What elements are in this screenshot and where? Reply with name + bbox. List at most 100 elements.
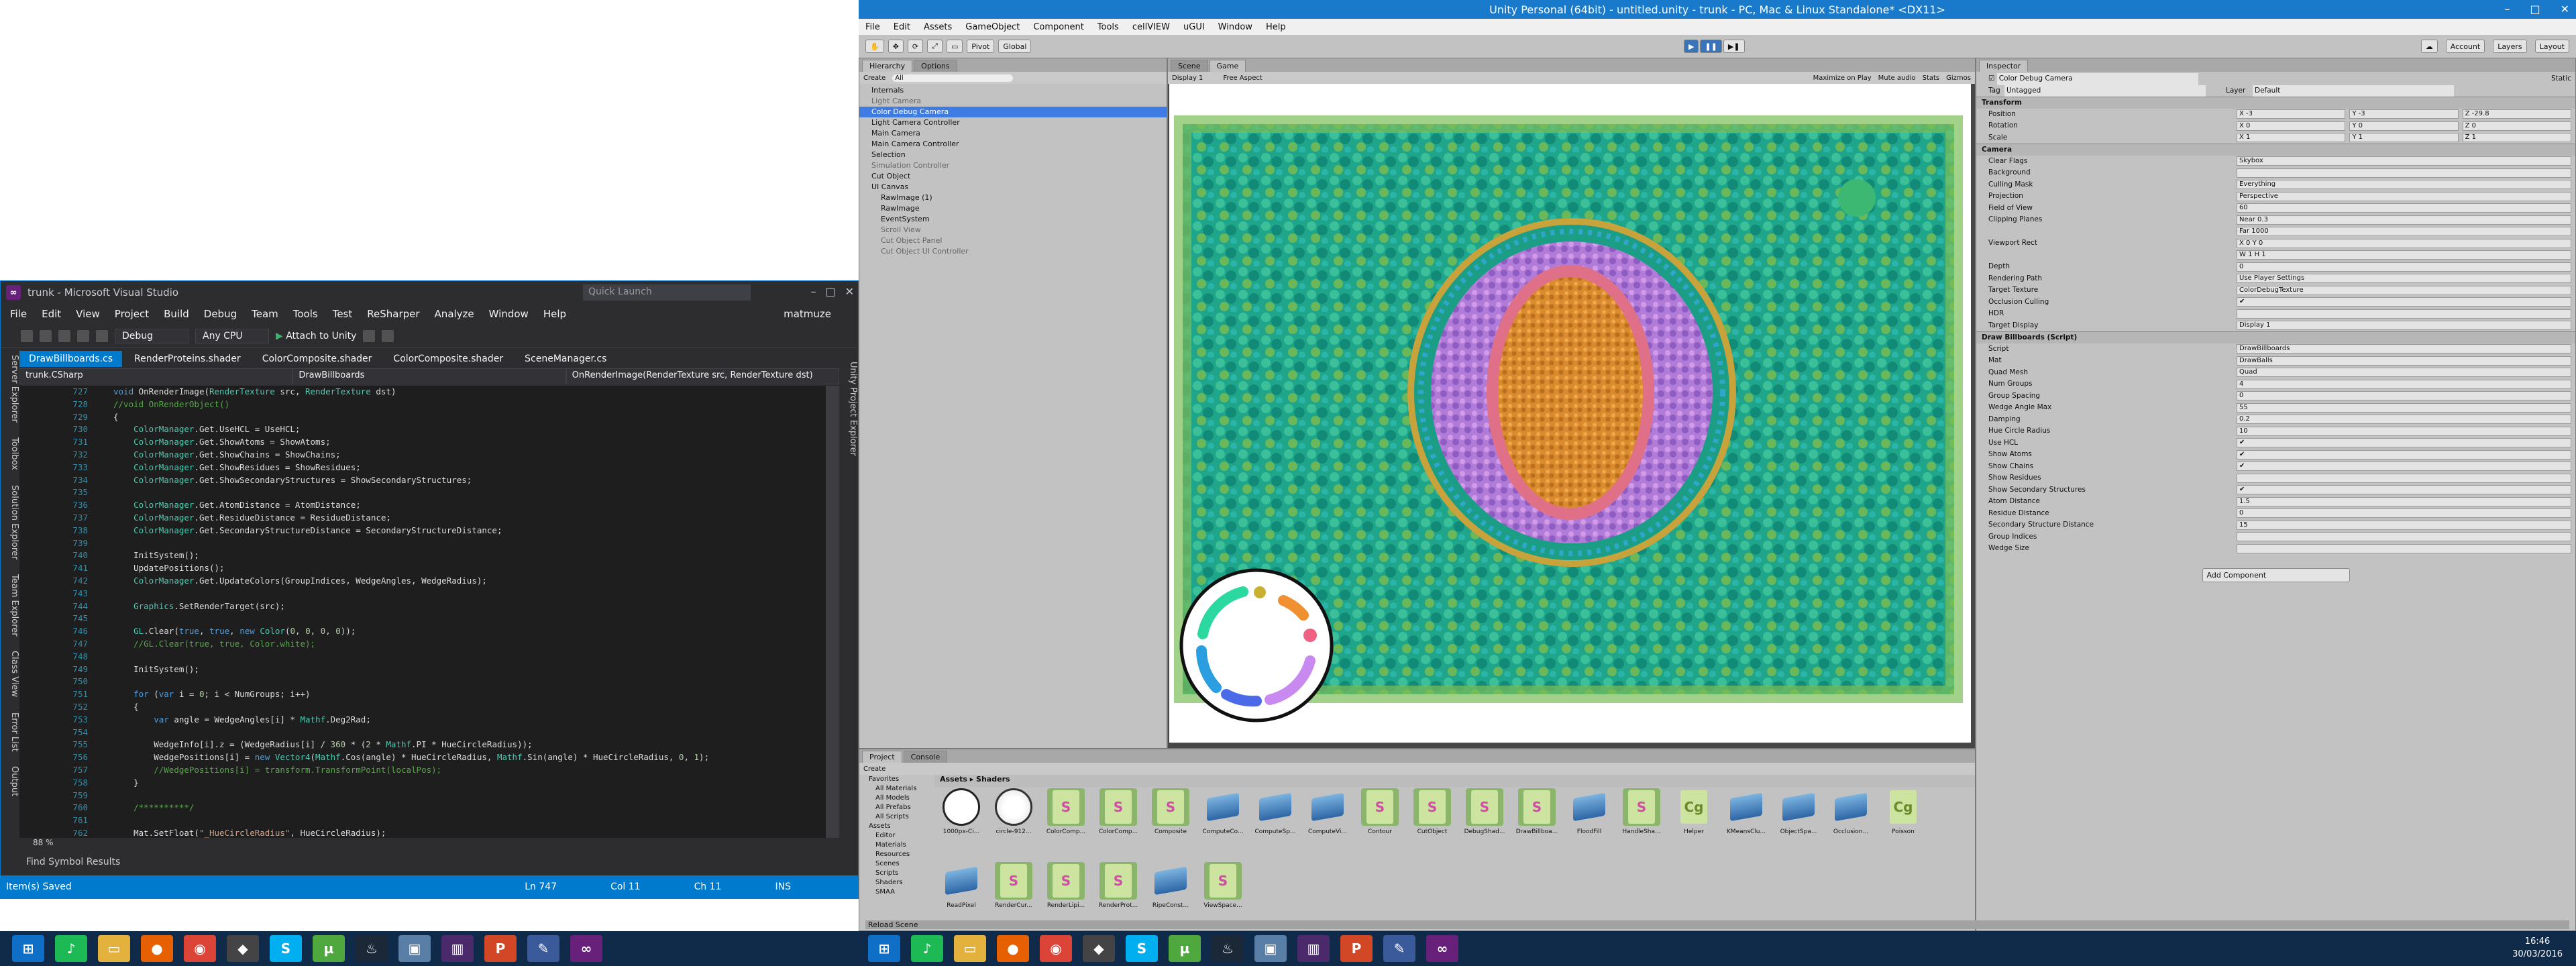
- layer-select[interactable]: Default: [2253, 85, 2454, 97]
- code-lines[interactable]: void OnRenderImage(RenderTexture src, Re…: [113, 386, 812, 838]
- asset-item[interactable]: KMeansClu...: [1725, 788, 1768, 857]
- field-value[interactable]: ✔: [2237, 438, 2571, 448]
- unity-menu-tools[interactable]: Tools: [1097, 22, 1119, 32]
- hierarchy-item[interactable]: RawImage: [859, 203, 1167, 214]
- tab-team-explorer[interactable]: Team Explorer: [1, 574, 19, 637]
- taskbar-steam-icon[interactable]: ♨: [356, 935, 388, 962]
- field-value[interactable]: ✔: [2237, 449, 2571, 460]
- hierarchy-item[interactable]: Main Camera Controller: [859, 139, 1167, 150]
- field-value[interactable]: ColorDebugTexture: [2237, 285, 2571, 295]
- zoom-level[interactable]: 88 %: [19, 838, 839, 851]
- doc-tab-renderproteins[interactable]: RenderProteins.shader: [125, 351, 250, 367]
- aspect-select[interactable]: Free Aspect: [1223, 74, 1262, 82]
- doc-tab-drawbillboards[interactable]: DrawBillboards.cs: [19, 351, 123, 367]
- field-value[interactable]: Z -29.8: [2462, 109, 2571, 119]
- unity-menu-edit[interactable]: Edit: [894, 22, 910, 32]
- user-name[interactable]: matmuze: [784, 308, 831, 320]
- project-tree-item[interactable]: Shaders: [869, 878, 933, 888]
- field-value[interactable]: ✔: [2237, 297, 2571, 307]
- menu-debug[interactable]: Debug: [204, 308, 237, 320]
- project-select[interactable]: trunk.CSharp: [19, 368, 293, 384]
- account-dropdown[interactable]: Account: [2445, 40, 2485, 53]
- asset-item[interactable]: ComputeCo...: [1201, 788, 1244, 857]
- field-value[interactable]: 60: [2237, 203, 2571, 213]
- menu-view[interactable]: View: [76, 308, 100, 320]
- field-value[interactable]: [2237, 543, 2571, 553]
- hierarchy-item[interactable]: Light Camera: [859, 96, 1167, 107]
- field-value[interactable]: ✔: [2237, 485, 2571, 495]
- asset-item[interactable]: 1000px-Ci...: [940, 788, 983, 857]
- taskbar-visual-studio-icon[interactable]: ∞: [1426, 935, 1458, 962]
- new-file-icon[interactable]: [58, 329, 70, 342]
- doc-tab-scenemanager[interactable]: SceneManager.cs: [515, 351, 616, 367]
- taskbar-spotify-icon[interactable]: ♪: [55, 935, 87, 962]
- asset-item[interactable]: ObjectSpa...: [1777, 788, 1820, 857]
- pause-icon[interactable]: ❚❚: [1700, 40, 1722, 53]
- taskbar-window-icon[interactable]: ▣: [1254, 935, 1287, 962]
- rotate-tool-icon[interactable]: ⟳: [907, 40, 924, 53]
- field-value[interactable]: Near 0.3: [2237, 215, 2571, 225]
- unity-menu-file[interactable]: File: [865, 22, 880, 32]
- unity-menu-help[interactable]: Help: [1266, 22, 1286, 32]
- project-tree-item[interactable]: Favorites: [869, 775, 933, 784]
- taskbar-window-icon[interactable]: ▣: [398, 935, 431, 962]
- taskbar-skype-icon[interactable]: S: [1126, 935, 1158, 962]
- tab-hierarchy[interactable]: Hierarchy: [862, 60, 913, 72]
- taskbar-powerpoint-icon[interactable]: P: [484, 935, 517, 962]
- asset-item[interactable]: Poisson: [1882, 788, 1925, 857]
- field-value[interactable]: [2237, 309, 2571, 319]
- asset-item[interactable]: Helper: [1672, 788, 1715, 857]
- project-tree-item[interactable]: Editor: [869, 831, 933, 841]
- field-value[interactable]: Y 1: [2349, 133, 2459, 143]
- field-value[interactable]: 1.5: [2237, 496, 2571, 506]
- taskbar-tool-icon[interactable]: ✎: [527, 935, 559, 962]
- object-name-field[interactable]: Color Debug Camera: [1996, 73, 2198, 85]
- field-value[interactable]: Y 0: [2349, 121, 2459, 131]
- taskbar-firefox-icon[interactable]: ●: [997, 935, 1029, 962]
- asset-item[interactable]: ComputeVi...: [1306, 788, 1349, 857]
- field-value[interactable]: 0: [2237, 391, 2571, 401]
- project-tree-item[interactable]: Resources: [869, 850, 933, 859]
- taskbar-unity-icon[interactable]: ◆: [1083, 935, 1115, 962]
- member-select[interactable]: OnRenderImage(RenderTexture src, RenderT…: [566, 368, 839, 384]
- hierarchy-create-button[interactable]: Create: [863, 74, 885, 82]
- tab-class-view[interactable]: Class View: [1, 651, 19, 697]
- bookmark-icon[interactable]: [363, 329, 376, 342]
- unity-menu-ugui[interactable]: uGUI: [1183, 22, 1205, 32]
- unity-close-icon[interactable]: ✕: [2561, 3, 2569, 15]
- menu-analyze[interactable]: Analyze: [435, 308, 474, 320]
- cloud-icon[interactable]: ☁: [2420, 40, 2438, 53]
- hierarchy-item[interactable]: Internals: [859, 85, 1167, 96]
- step-icon[interactable]: ▶❚: [1723, 40, 1745, 53]
- field-value[interactable]: 0: [2237, 262, 2571, 272]
- field-value[interactable]: Z 1: [2462, 133, 2571, 143]
- field-value[interactable]: ✔: [2237, 462, 2571, 472]
- class-select[interactable]: DrawBillboards: [292, 368, 566, 384]
- field-value[interactable]: Z 0: [2462, 121, 2571, 131]
- tab-toolbox[interactable]: Toolbox: [1, 437, 19, 470]
- hierarchy-item[interactable]: Light Camera Controller: [859, 117, 1167, 128]
- field-value[interactable]: X 0 Y 0: [2237, 238, 2571, 248]
- tab-scene[interactable]: Scene: [1171, 60, 1208, 72]
- taskbar-chrome-icon[interactable]: ◉: [1040, 935, 1072, 962]
- taskbar-windows-icon[interactable]: ⊞: [12, 935, 44, 962]
- layout-dropdown[interactable]: Layout: [2534, 40, 2569, 53]
- attach-to-unity-button[interactable]: Attach to Unity: [276, 331, 356, 341]
- unity-menu-cellview[interactable]: cellVIEW: [1132, 22, 1170, 32]
- taskbar-visual-studio-icon[interactable]: ∞: [570, 935, 602, 962]
- unity-menu-window[interactable]: Window: [1218, 22, 1252, 32]
- system-clock[interactable]: 16:46 30/03/2016: [2512, 935, 2563, 961]
- tag-select[interactable]: Untagged: [2004, 85, 2206, 97]
- hierarchy-item[interactable]: Cut Object UI Controller: [859, 246, 1167, 257]
- menu-help[interactable]: Help: [543, 308, 566, 320]
- field-value[interactable]: [2237, 473, 2571, 483]
- doc-tab-colorcomposite-2[interactable]: ColorComposite.shader: [384, 351, 513, 367]
- taskbar-skype-icon[interactable]: S: [270, 935, 302, 962]
- taskbar-utorrent-icon[interactable]: µ: [313, 935, 345, 962]
- hierarchy-item[interactable]: Main Camera: [859, 128, 1167, 139]
- tab-server-explorer[interactable]: Server Explorer: [1, 355, 19, 423]
- field-value[interactable]: 10: [2237, 426, 2571, 436]
- platform-select[interactable]: Any CPU: [195, 328, 269, 343]
- field-value[interactable]: Skybox: [2237, 156, 2571, 166]
- project-tree-item[interactable]: Assets: [869, 822, 933, 831]
